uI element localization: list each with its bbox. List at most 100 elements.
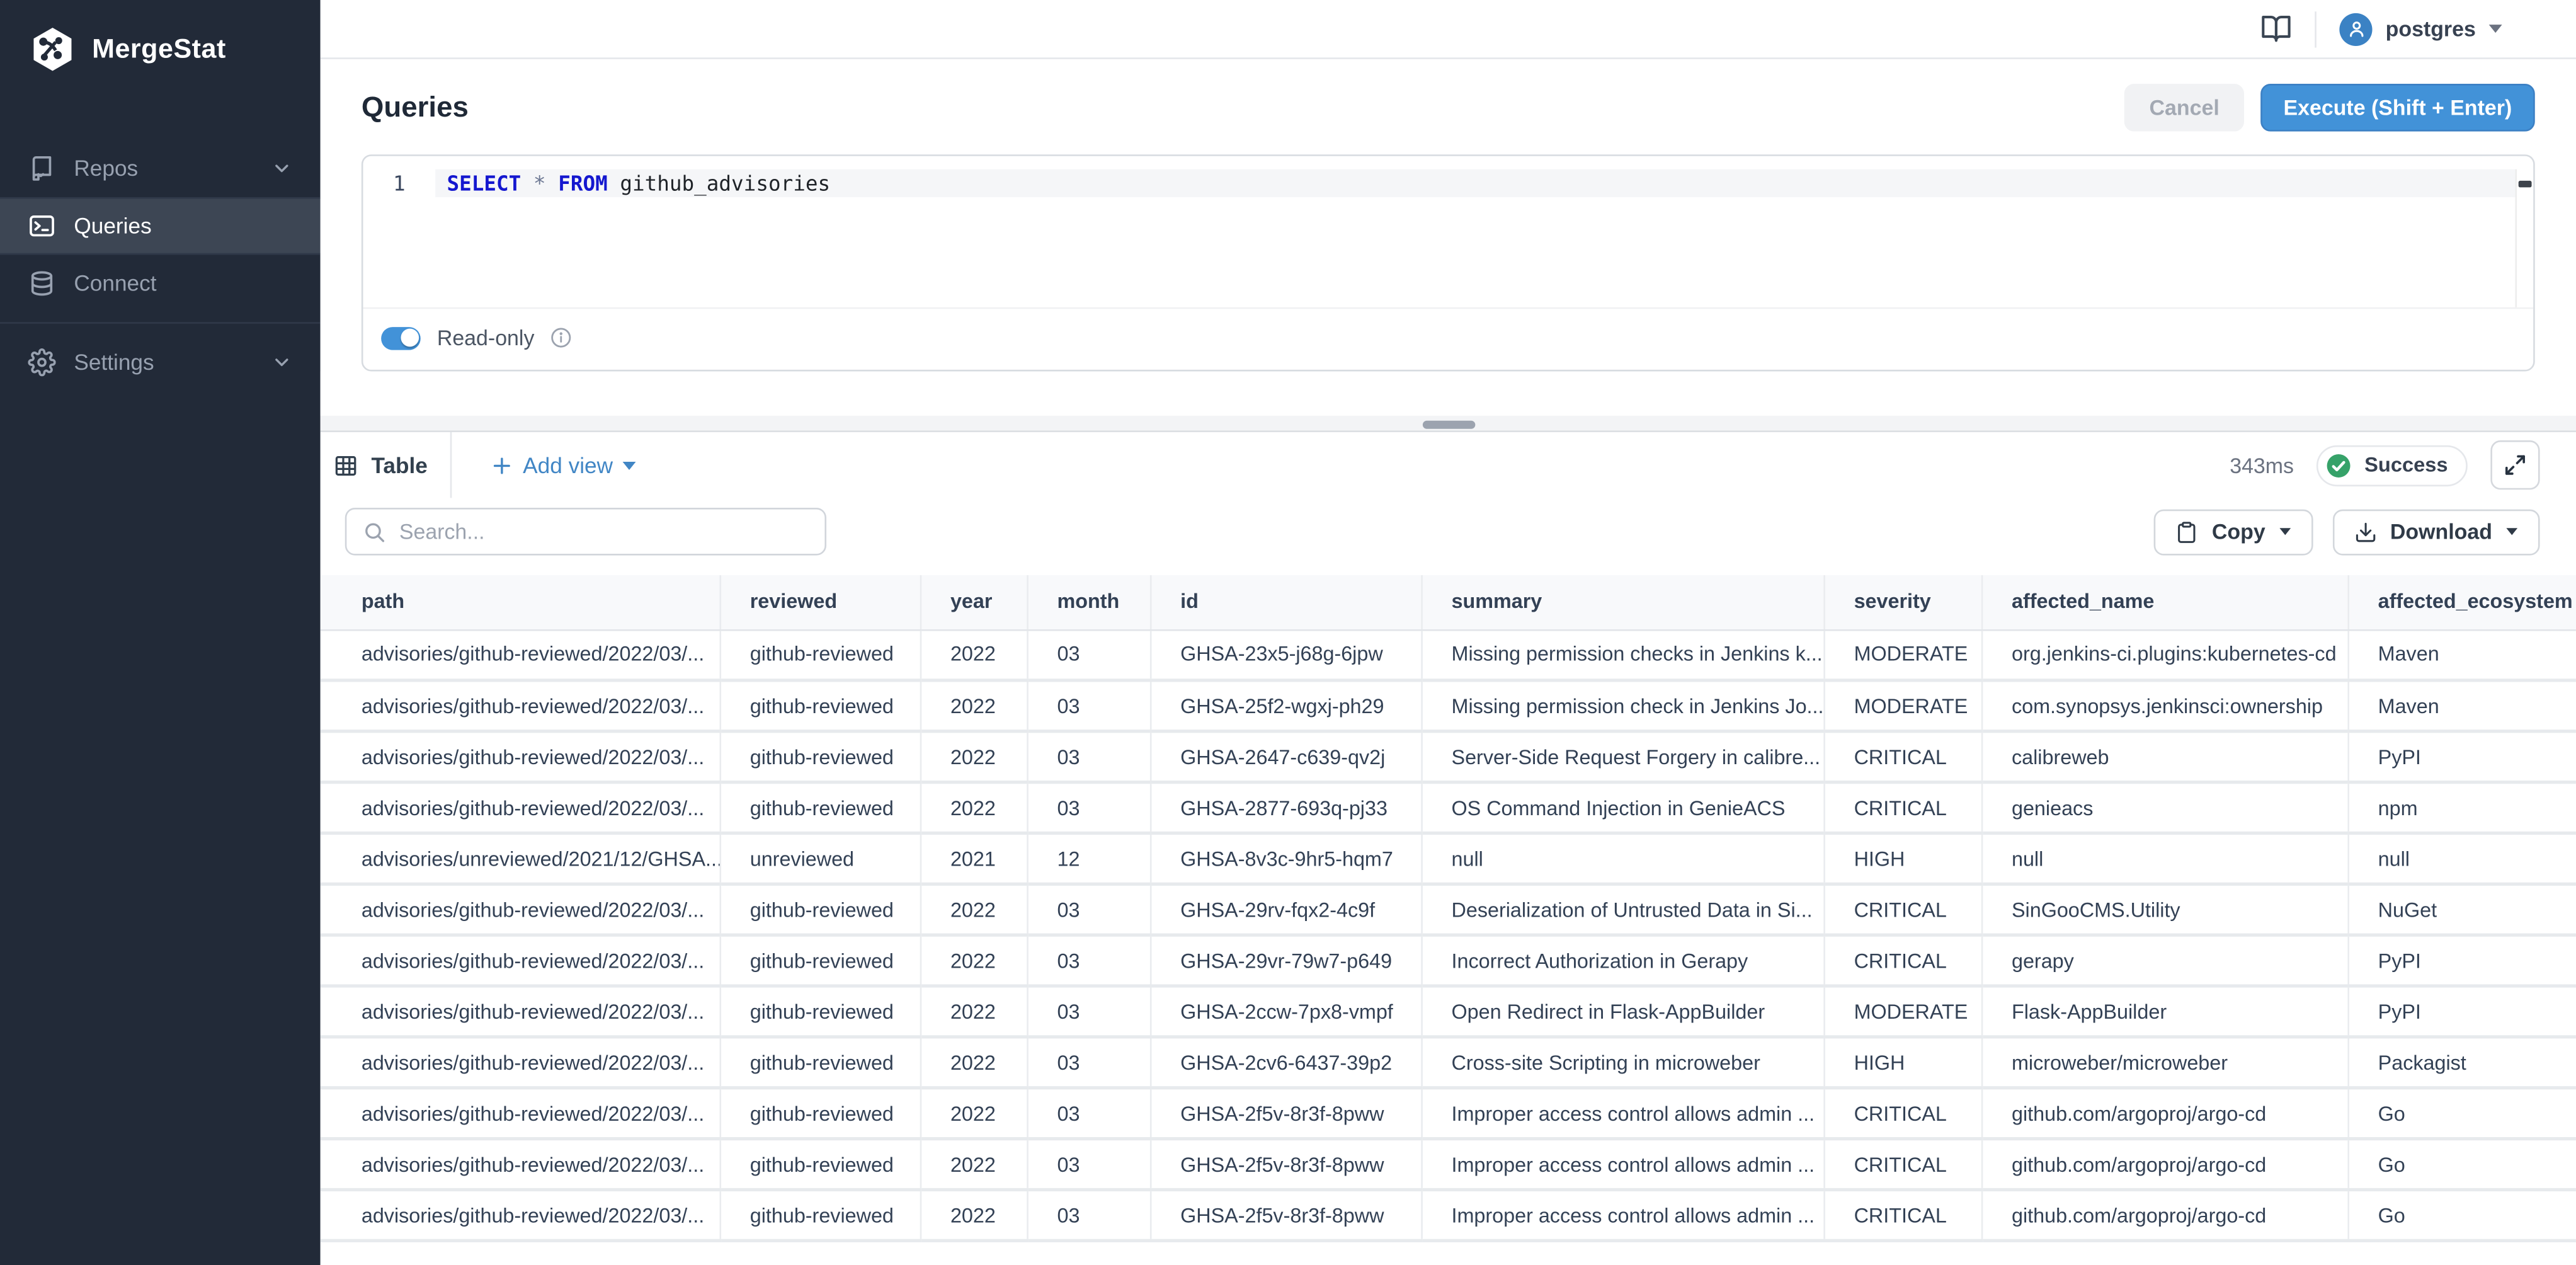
cell-path: advisories/github-reviewed/2022/03/...: [321, 935, 720, 986]
table-row[interactable]: advisories/github-reviewed/2022/03/... g…: [321, 884, 2576, 935]
cell-affected-name: github.com/argoproj/argo-cd: [1981, 1139, 2348, 1190]
sidebar-nav: Repos Queries: [0, 140, 321, 391]
column-header-severity[interactable]: severity: [1823, 575, 1981, 629]
cell-id: GHSA-29rv-fqx2-4c9f: [1150, 884, 1421, 935]
cell-id: GHSA-23x5-j68g-6jpw: [1150, 629, 1421, 680]
table-row[interactable]: advisories/github-reviewed/2022/03/... g…: [321, 986, 2576, 1037]
logo[interactable]: MergeStat: [0, 0, 321, 74]
table-row[interactable]: advisories/github-reviewed/2022/03/... g…: [321, 680, 2576, 731]
cell-month: 03: [1027, 986, 1150, 1037]
table-row[interactable]: advisories/github-reviewed/2022/03/... g…: [321, 1139, 2576, 1190]
page-title: Queries: [362, 90, 469, 125]
info-icon[interactable]: [551, 327, 573, 348]
execute-button[interactable]: Execute (Shift + Enter): [2260, 84, 2535, 132]
table-row[interactable]: advisories/github-reviewed/2022/03/... g…: [321, 731, 2576, 782]
cell-year: 2022: [920, 935, 1027, 986]
table-row[interactable]: advisories/github-reviewed/2022/03/... g…: [321, 1088, 2576, 1139]
copy-button[interactable]: Copy: [2155, 508, 2313, 554]
column-header-path[interactable]: path: [321, 575, 720, 629]
column-header-month[interactable]: month: [1027, 575, 1150, 629]
column-header-reviewed[interactable]: reviewed: [719, 575, 920, 629]
add-view-button[interactable]: Add view: [492, 453, 636, 478]
cell-reviewed: github-reviewed: [719, 629, 920, 680]
cell-severity: CRITICAL: [1823, 1088, 1981, 1139]
tab-table[interactable]: Table: [321, 432, 452, 498]
tab-table-label: Table: [371, 453, 427, 478]
cell-summary: Improper access control allows admin ...: [1421, 1189, 1823, 1240]
table-grid-icon: [334, 453, 358, 478]
cell-affected-ecosystem: Maven: [2347, 629, 2576, 680]
editor-scrollbar-thumb[interactable]: [2519, 181, 2532, 187]
avatar: [2340, 13, 2373, 45]
page-header: Queries Cancel Execute (Shift + Enter): [321, 59, 2576, 154]
cell-path: advisories/github-reviewed/2022/03/...: [321, 1037, 720, 1088]
cell-year: 2022: [920, 1037, 1027, 1088]
download-icon: [2354, 520, 2378, 544]
query-duration: 343ms: [2230, 453, 2294, 478]
cell-path: advisories/github-reviewed/2022/03/...: [321, 731, 720, 782]
cell-severity: MODERATE: [1823, 680, 1981, 731]
cell-severity: MODERATE: [1823, 986, 1981, 1037]
cell-affected-name: Flask-AppBuilder: [1981, 986, 2348, 1037]
column-header-summary[interactable]: summary: [1421, 575, 1823, 629]
cell-year: 2022: [920, 731, 1027, 782]
cell-reviewed: github-reviewed: [719, 782, 920, 833]
sql-editor-card: 1 SELECT * FROM github_advisories Read-o…: [362, 154, 2535, 371]
panel-resize-handle[interactable]: [1422, 420, 1474, 428]
column-header-affected-name[interactable]: affected_name: [1981, 575, 2348, 629]
cell-month: 12: [1027, 833, 1150, 884]
cell-month: 03: [1027, 1139, 1150, 1190]
cell-affected-ecosystem: Go: [2347, 1139, 2576, 1190]
cell-summary: Open Redirect in Flask-AppBuilder: [1421, 986, 1823, 1037]
cell-path: advisories/github-reviewed/2022/03/...: [321, 680, 720, 731]
cell-reviewed: github-reviewed: [719, 884, 920, 935]
cell-path: advisories/github-reviewed/2022/03/...: [321, 782, 720, 833]
cell-reviewed: unreviewed: [719, 833, 920, 884]
readonly-toggle[interactable]: [381, 326, 421, 350]
cell-severity: MODERATE: [1823, 629, 1981, 680]
cell-path: advisories/github-reviewed/2022/03/...: [321, 986, 720, 1037]
search-input[interactable]: [399, 519, 808, 544]
cell-year: 2022: [920, 884, 1027, 935]
docs-book-icon[interactable]: [2260, 13, 2292, 45]
column-header-id[interactable]: id: [1150, 575, 1421, 629]
cell-month: 03: [1027, 731, 1150, 782]
sidebar-item-repos[interactable]: Repos: [0, 140, 321, 197]
table-row[interactable]: advisories/github-reviewed/2022/03/... g…: [321, 1189, 2576, 1240]
cell-year: 2022: [920, 986, 1027, 1037]
cell-summary: Deserialization of Untrusted Data in Si.…: [1421, 884, 1823, 935]
clipboard-icon: [2176, 520, 2199, 544]
table-row[interactable]: advisories/github-reviewed/2022/03/... g…: [321, 935, 2576, 986]
column-header-affected-ecosystem[interactable]: affected_ecosystem: [2347, 575, 2576, 629]
table-actions: Copy Download: [2155, 508, 2540, 554]
cell-affected-ecosystem: Go: [2347, 1189, 2576, 1240]
cell-id: GHSA-29vr-79w7-p649: [1150, 935, 1421, 986]
cancel-button[interactable]: Cancel: [2124, 84, 2243, 132]
user-menu[interactable]: postgres: [2340, 13, 2502, 45]
table-row[interactable]: advisories/github-reviewed/2022/03/... g…: [321, 1037, 2576, 1088]
cell-id: GHSA-2f5v-8r3f-8pww: [1150, 1189, 1421, 1240]
cell-path: advisories/github-reviewed/2022/03/...: [321, 884, 720, 935]
expand-button[interactable]: [2490, 440, 2539, 489]
code-line: 1 SELECT * FROM github_advisories: [363, 169, 2533, 197]
cell-severity: CRITICAL: [1823, 935, 1981, 986]
sidebar-item-connect[interactable]: Connect: [0, 255, 321, 312]
sql-editor[interactable]: 1 SELECT * FROM github_advisories: [363, 169, 2533, 307]
app-root: MergeStat Repos: [0, 0, 2576, 1265]
sidebar-item-queries[interactable]: Queries: [0, 197, 321, 255]
table-row[interactable]: advisories/github-reviewed/2022/03/... g…: [321, 629, 2576, 680]
cell-path: advisories/github-reviewed/2022/03/...: [321, 629, 720, 680]
column-header-year[interactable]: year: [920, 575, 1027, 629]
download-button[interactable]: Download: [2333, 508, 2540, 554]
cell-summary: Missing permission check in Jenkins Jo..…: [1421, 680, 1823, 731]
sidebar-item-settings[interactable]: Settings: [0, 334, 321, 391]
table-row[interactable]: advisories/github-reviewed/2022/03/... g…: [321, 782, 2576, 833]
cell-reviewed: github-reviewed: [719, 1189, 920, 1240]
table-row[interactable]: advisories/unreviewed/2021/12/GHSA... un…: [321, 833, 2576, 884]
filter-row: Copy Download: [321, 498, 2576, 555]
sql-operator: *: [533, 171, 546, 195]
cell-month: 03: [1027, 680, 1150, 731]
caret-down-icon: [2489, 25, 2502, 33]
cell-severity: CRITICAL: [1823, 782, 1981, 833]
editor-scrollbar[interactable]: [2515, 169, 2533, 307]
